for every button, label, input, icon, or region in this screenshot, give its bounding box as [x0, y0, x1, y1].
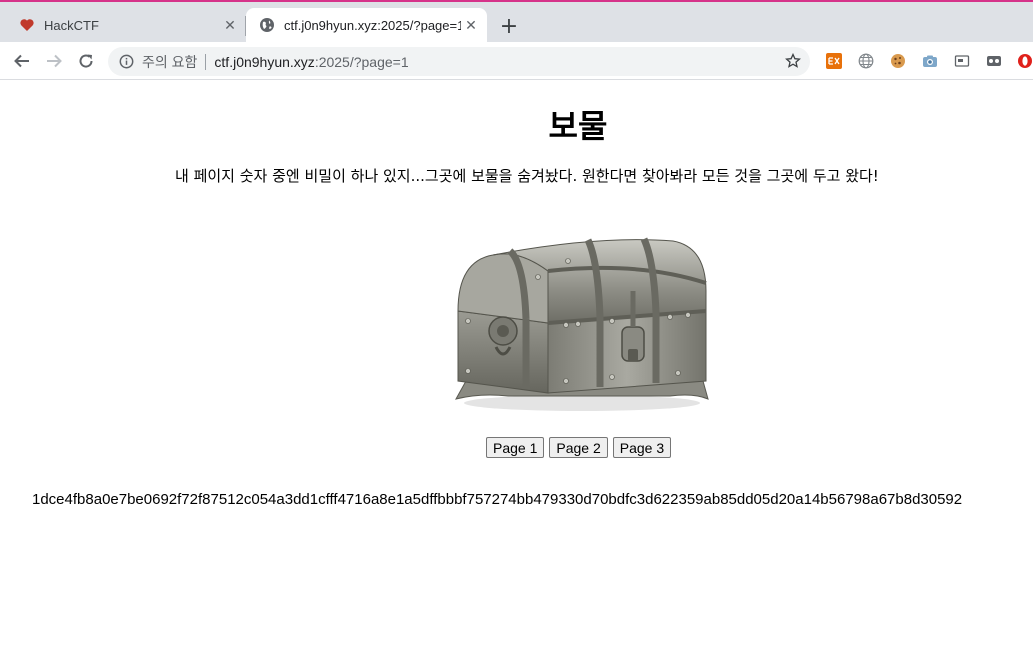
- url-host: ctf.j0n9hyun.xyz: [214, 53, 315, 70]
- reload-icon: [79, 54, 93, 68]
- page-title: 보물: [548, 108, 608, 144]
- arrow-left-icon: [14, 54, 29, 68]
- tab-strip: HackCTF ✕ ctf.j0n9hyun.xyz:2025/?page=1 …: [0, 2, 1033, 42]
- page-pagination: Page 1 Page 2 Page 3: [486, 437, 672, 458]
- security-label: 주의 요함: [142, 53, 198, 70]
- close-icon[interactable]: ✕: [461, 15, 481, 35]
- tab-ctf-page[interactable]: ctf.j0n9hyun.xyz:2025/?page=1 ✕: [246, 8, 487, 42]
- star-icon[interactable]: [784, 52, 802, 70]
- page-description: 내 페이지 숫자 중엔 비밀이 하나 있지...그곳에 보물을 숨겨놨다. 원한…: [175, 167, 879, 185]
- mask-icon[interactable]: [986, 53, 1002, 69]
- new-tab-button[interactable]: +: [497, 15, 521, 39]
- page-1-button[interactable]: Page 1: [486, 437, 545, 458]
- ex-icon[interactable]: [826, 53, 842, 69]
- globe-icon: [258, 16, 276, 34]
- tab-title: HackCTF: [44, 17, 99, 33]
- back-button[interactable]: [10, 49, 34, 73]
- page-2-button[interactable]: Page 2: [549, 437, 608, 458]
- address-bar[interactable]: 주의 요함 ctf.j0n9hyun.xyz:2025/?page=1: [108, 47, 810, 76]
- opera-icon[interactable]: [1017, 53, 1033, 69]
- treasure-chest-image: [448, 231, 712, 413]
- forward-button[interactable]: [42, 49, 66, 73]
- browser-toolbar: 주의 요함 ctf.j0n9hyun.xyz:2025/?page=1: [0, 42, 1033, 80]
- info-icon[interactable]: [118, 54, 134, 70]
- arrow-right-icon: [47, 54, 62, 68]
- hash-output: 1dce4fb8a0e7be0692f72f87512c054a3dd1cfff…: [32, 491, 963, 508]
- page-3-button[interactable]: Page 3: [612, 437, 672, 458]
- cookie-icon[interactable]: [890, 53, 906, 69]
- reload-button[interactable]: [74, 49, 98, 73]
- heart-icon: [18, 16, 36, 34]
- tab-title: ctf.j0n9hyun.xyz:2025/?page=1: [284, 17, 461, 33]
- globe-extension-icon[interactable]: [858, 53, 874, 69]
- url-path: :2025/?page=1: [314, 53, 409, 70]
- tab-hackctf[interactable]: HackCTF ✕: [0, 8, 246, 42]
- address-divider: [205, 53, 207, 70]
- camera-icon[interactable]: [922, 53, 938, 69]
- close-icon[interactable]: ✕: [220, 15, 240, 35]
- screen-icon[interactable]: [954, 53, 970, 69]
- page-content: 보물 내 페이지 숫자 중엔 비밀이 하나 있지...그곳에 보물을 숨겨놨다.…: [0, 81, 1033, 655]
